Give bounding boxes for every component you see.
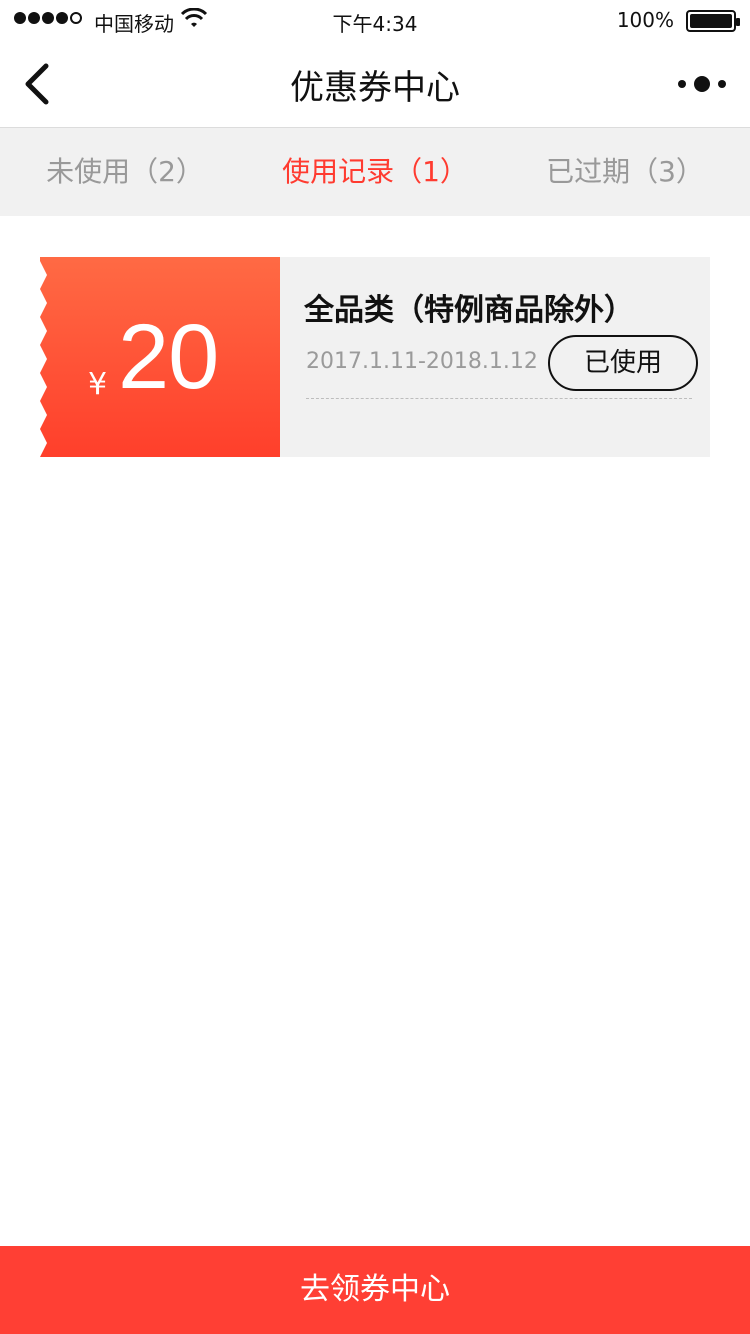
- battery-percentage: 100%: [616, 8, 674, 32]
- coupon-amount: 20: [118, 306, 219, 408]
- coupon-tabs: 未使用（2） 使用记录（1） 已过期（3）: [0, 128, 750, 216]
- coupon-details-panel: 全品类（特例商品除外） 2017.1.11-2018.1.12 已使用: [280, 257, 710, 457]
- used-status-badge: 已使用: [548, 335, 698, 391]
- coupon-date-range: 2017.1.11-2018.1.12: [306, 349, 538, 374]
- coupon-card[interactable]: ¥ 20 全品类（特例商品除外） 2017.1.11-2018.1.12 已使用: [40, 257, 710, 457]
- currency-symbol: ¥: [88, 367, 108, 402]
- go-to-coupon-center-button[interactable]: 去领券中心: [0, 1246, 750, 1334]
- status-bar: 中国移动 下午4:34 100%: [0, 0, 750, 40]
- coupon-title: 全品类（特例商品除外）: [304, 293, 634, 328]
- page-title: 优惠券中心: [290, 68, 460, 108]
- tab-unused[interactable]: 未使用（2）: [0, 128, 250, 216]
- coupon-value-panel: ¥ 20: [40, 257, 280, 457]
- dashed-divider: [306, 398, 692, 399]
- tab-usage-history[interactable]: 使用记录（1）: [250, 128, 500, 216]
- tab-expired[interactable]: 已过期（3）: [500, 128, 750, 216]
- battery-icon: [686, 10, 740, 32]
- navigation-bar: 优惠券中心: [0, 40, 750, 128]
- more-options-icon[interactable]: [676, 74, 728, 94]
